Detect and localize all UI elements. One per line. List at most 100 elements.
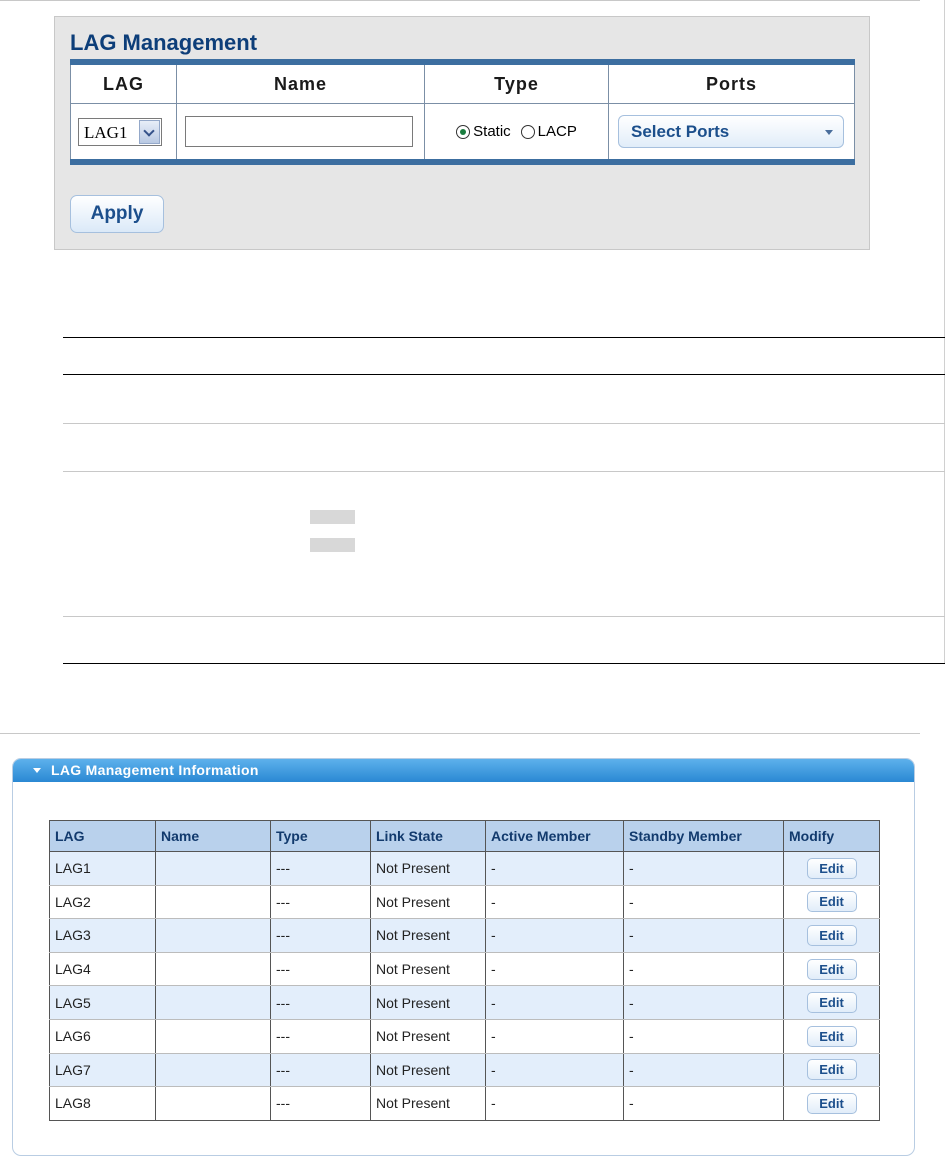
type-radio-static[interactable] xyxy=(456,124,471,139)
table-row: LAG4 --- Not Present - - Edit xyxy=(49,951,880,987)
col-header-type: Type xyxy=(270,820,371,852)
cell-active-member: - xyxy=(485,851,624,886)
cell-standby-member: - xyxy=(623,985,784,1020)
type-radio-group: Static LACP xyxy=(425,123,608,140)
col-header-type: Type xyxy=(424,61,609,104)
cell-active-member: - xyxy=(485,985,624,1020)
top-divider xyxy=(0,0,920,1)
type-label-lacp[interactable]: LACP xyxy=(538,123,577,140)
cell-type: --- xyxy=(270,1052,371,1088)
col-header-standby-member: Standby Member xyxy=(623,820,784,852)
table-row: LAG5 --- Not Present - - Edit xyxy=(49,985,880,1020)
cell-lag: LAG8 xyxy=(49,1086,156,1121)
col-header-name: Name xyxy=(176,61,425,104)
edit-button[interactable]: Edit xyxy=(806,857,857,879)
cell-standby-member: - xyxy=(623,1052,784,1088)
col-header-lag: LAG xyxy=(70,61,177,104)
lag-info-panel: LAG Management Information LAG Name Type… xyxy=(12,758,915,1156)
cell-link-state: Not Present xyxy=(370,951,486,987)
cell-name xyxy=(155,1086,271,1121)
cell-name xyxy=(155,918,271,953)
cell-lag: LAG7 xyxy=(49,1052,156,1088)
cell-type: --- xyxy=(270,918,371,953)
cell-lag: LAG5 xyxy=(49,985,156,1020)
cell-name xyxy=(155,985,271,1020)
edit-button[interactable]: Edit xyxy=(806,891,857,913)
cell-active-member: - xyxy=(485,1018,624,1054)
cell-standby-member: - xyxy=(623,884,784,920)
edit-button[interactable]: Edit xyxy=(806,1025,857,1047)
chevron-down-icon[interactable] xyxy=(139,119,160,144)
lag-info-table: LAG Name Type Link State Active Member S… xyxy=(49,820,880,1121)
col-header-ports: Ports xyxy=(608,61,855,104)
info-title: LAG Management Information xyxy=(51,762,259,778)
apply-button[interactable]: Apply xyxy=(70,195,164,233)
cell-name xyxy=(155,1052,271,1088)
cell-lag: LAG6 xyxy=(49,1018,156,1054)
select-ports-dropdown[interactable]: Select Ports xyxy=(618,115,844,148)
edit-button[interactable]: Edit xyxy=(806,992,857,1014)
cell-name xyxy=(155,884,271,920)
col-header-modify: Modify xyxy=(783,820,880,852)
col-header-lag: LAG xyxy=(49,820,156,852)
info-header[interactable]: LAG Management Information xyxy=(13,759,914,782)
cell-lag: LAG3 xyxy=(49,918,156,953)
table-row: LAG7 --- Not Present - - Edit xyxy=(49,1052,880,1088)
row-divider-1 xyxy=(63,423,945,424)
cell-link-state: Not Present xyxy=(370,1018,486,1054)
edit-button[interactable]: Edit xyxy=(806,924,857,946)
table-header-rule xyxy=(63,374,945,375)
lag-form-table: LAG Name Type Ports LAG1 Static LACP Sel… xyxy=(70,59,855,165)
cell-active-member: - xyxy=(485,1086,624,1121)
cell-name xyxy=(155,1018,271,1054)
lag-select[interactable]: LAG1 xyxy=(78,117,162,146)
cell-lag: LAG2 xyxy=(49,884,156,920)
cell-type: --- xyxy=(270,951,371,987)
name-input[interactable] xyxy=(185,116,413,147)
table-top-rule xyxy=(63,337,945,338)
cell-active-member: - xyxy=(485,951,624,987)
cell-name xyxy=(155,951,271,987)
cell-link-state: Not Present xyxy=(370,985,486,1020)
cell-link-state: Not Present xyxy=(370,1052,486,1088)
section-divider xyxy=(0,733,920,734)
select-ports-label: Select Ports xyxy=(631,122,730,141)
cell-standby-member: - xyxy=(623,918,784,953)
cell-standby-member: - xyxy=(623,951,784,987)
cell-link-state: Not Present xyxy=(370,918,486,953)
cell-type: --- xyxy=(270,1086,371,1121)
cell-active-member: - xyxy=(485,918,624,953)
col-header-link-state: Link State xyxy=(370,820,486,852)
table-row: LAG3 --- Not Present - - Edit xyxy=(49,918,880,953)
edit-button[interactable]: Edit xyxy=(806,1092,857,1114)
cell-link-state: Not Present xyxy=(370,851,486,886)
cell-standby-member: - xyxy=(623,851,784,886)
table-row: LAG2 --- Not Present - - Edit xyxy=(49,884,880,920)
cell-type: --- xyxy=(270,985,371,1020)
cell-link-state: Not Present xyxy=(370,884,486,920)
cell-active-member: - xyxy=(485,884,624,920)
table-row: LAG1 --- Not Present - - Edit xyxy=(49,851,880,886)
row-divider-2 xyxy=(63,471,945,472)
placeholder-box-2 xyxy=(310,538,355,552)
cell-standby-member: - xyxy=(623,1086,784,1121)
cell-standby-member: - xyxy=(623,1018,784,1054)
placeholder-box-1 xyxy=(310,510,355,524)
cell-type: --- xyxy=(270,884,371,920)
cell-active-member: - xyxy=(485,1052,624,1088)
caret-down-icon xyxy=(825,130,833,135)
type-radio-lacp[interactable] xyxy=(520,124,535,139)
collapse-caret-icon[interactable] xyxy=(33,768,41,773)
lag-management-panel: LAG Management LAG Name Type Ports LAG1 xyxy=(54,16,870,250)
row-divider-3 xyxy=(63,616,945,617)
edit-button[interactable]: Edit xyxy=(806,1059,857,1081)
lag-select-value: LAG1 xyxy=(84,122,128,142)
table-row: LAG8 --- Not Present - - Edit xyxy=(49,1086,880,1121)
cell-type: --- xyxy=(270,1018,371,1054)
col-header-name: Name xyxy=(155,820,271,852)
col-header-active-member: Active Member xyxy=(485,820,624,852)
cell-link-state: Not Present xyxy=(370,1086,486,1121)
type-label-static[interactable]: Static xyxy=(473,123,511,140)
table-row: LAG6 --- Not Present - - Edit xyxy=(49,1018,880,1054)
edit-button[interactable]: Edit xyxy=(806,958,857,980)
